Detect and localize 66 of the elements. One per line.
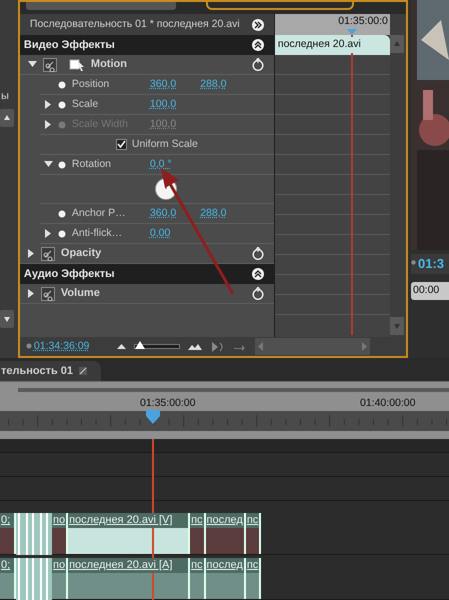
playhead-handle[interactable]	[146, 410, 160, 424]
property-value[interactable]: 360,0	[150, 76, 176, 92]
effect-toggle-icon[interactable]	[40, 286, 55, 300]
horizontal-scrollbar[interactable]	[255, 338, 370, 355]
checkbox[interactable]	[116, 139, 127, 150]
property-label: Scale	[72, 96, 100, 112]
scrollbar[interactable]	[390, 14, 406, 337]
effect-toggle-icon[interactable]	[40, 246, 55, 260]
reset-icon[interactable]	[252, 287, 264, 300]
sequence-clip-title: Последовательность 01 * последнея 20.avi	[30, 16, 240, 32]
scroll-down-button[interactable]	[0, 310, 14, 328]
clip-name: последнея 20.avi	[278, 37, 361, 53]
stopwatch-icon[interactable]	[58, 230, 66, 238]
property-value[interactable]: 0,0 °	[150, 156, 172, 172]
stopwatch-icon[interactable]	[58, 210, 66, 218]
collapse-triangle-icon[interactable]	[44, 161, 54, 168]
ruler-time: 01:35:00:0	[338, 16, 388, 26]
sequence-tab[interactable]: тельность 01	[0, 361, 102, 381]
collapse-triangle-icon[interactable]	[28, 61, 37, 68]
scroll-up-button[interactable]	[390, 35, 404, 53]
stopwatch-icon[interactable]	[58, 80, 66, 88]
timecode[interactable]: 01:34:36:09	[34, 338, 90, 354]
zoom-in-icon[interactable]	[188, 344, 202, 350]
property-label: Anti-flick…	[72, 226, 124, 241]
panel-label: ы	[0, 89, 10, 104]
property-value: 100,0	[150, 116, 176, 132]
property-value[interactable]: 288,0	[200, 76, 226, 92]
zoom-slider[interactable]	[134, 344, 180, 349]
collapse-button[interactable]	[252, 268, 264, 280]
ruler-label: 01:40:00:00	[360, 396, 416, 411]
reset-icon[interactable]	[252, 58, 264, 71]
section-header: Видео Эффекты	[24, 38, 115, 53]
close-icon[interactable]	[79, 367, 88, 375]
play-audio-icon[interactable]	[212, 342, 226, 352]
marker-icon	[26, 342, 32, 350]
property-label: Position	[72, 76, 110, 92]
property-value[interactable]: 360,0	[150, 206, 176, 222]
collapse-button[interactable]	[252, 39, 264, 51]
property-value[interactable]: 100,0	[150, 96, 176, 112]
marker-icon	[411, 260, 416, 268]
property-label: Rotation	[72, 156, 112, 172]
expand-triangle-icon[interactable]	[28, 249, 35, 258]
motion-cursor-icon	[68, 58, 85, 70]
expand-triangle-icon[interactable]	[45, 100, 52, 109]
zoom-out-icon[interactable]	[117, 344, 126, 349]
effect-toggle-icon[interactable]	[42, 58, 57, 72]
reset-icon[interactable]	[252, 247, 264, 260]
ruler-time: 00:00	[413, 282, 440, 298]
property-value[interactable]: 288,0	[200, 206, 226, 222]
property-value[interactable]: 0,00	[150, 226, 170, 242]
effect-name: Motion	[90, 57, 127, 72]
section-header: Аудио Эффекты	[24, 266, 115, 282]
effect-name: Volume	[60, 286, 100, 302]
expand-triangle-icon[interactable]	[28, 289, 35, 298]
clip-strips	[16, 558, 52, 600]
stopwatch-icon[interactable]	[58, 100, 66, 108]
zoom-thumb[interactable]	[134, 341, 145, 349]
expand-triangle-icon[interactable]	[45, 229, 52, 238]
stopwatch-icon[interactable]	[58, 160, 66, 168]
show-timeline-button[interactable]	[252, 18, 264, 30]
property-label: Anchor P…	[72, 206, 127, 221]
clip-strips	[16, 513, 52, 555]
scroll-up-button[interactable]	[0, 108, 14, 126]
checkbox-label: Uniform Scale	[132, 136, 198, 152]
effect-name: Opacity	[60, 246, 102, 262]
ruler-label: 01:35:00:00	[140, 396, 196, 411]
